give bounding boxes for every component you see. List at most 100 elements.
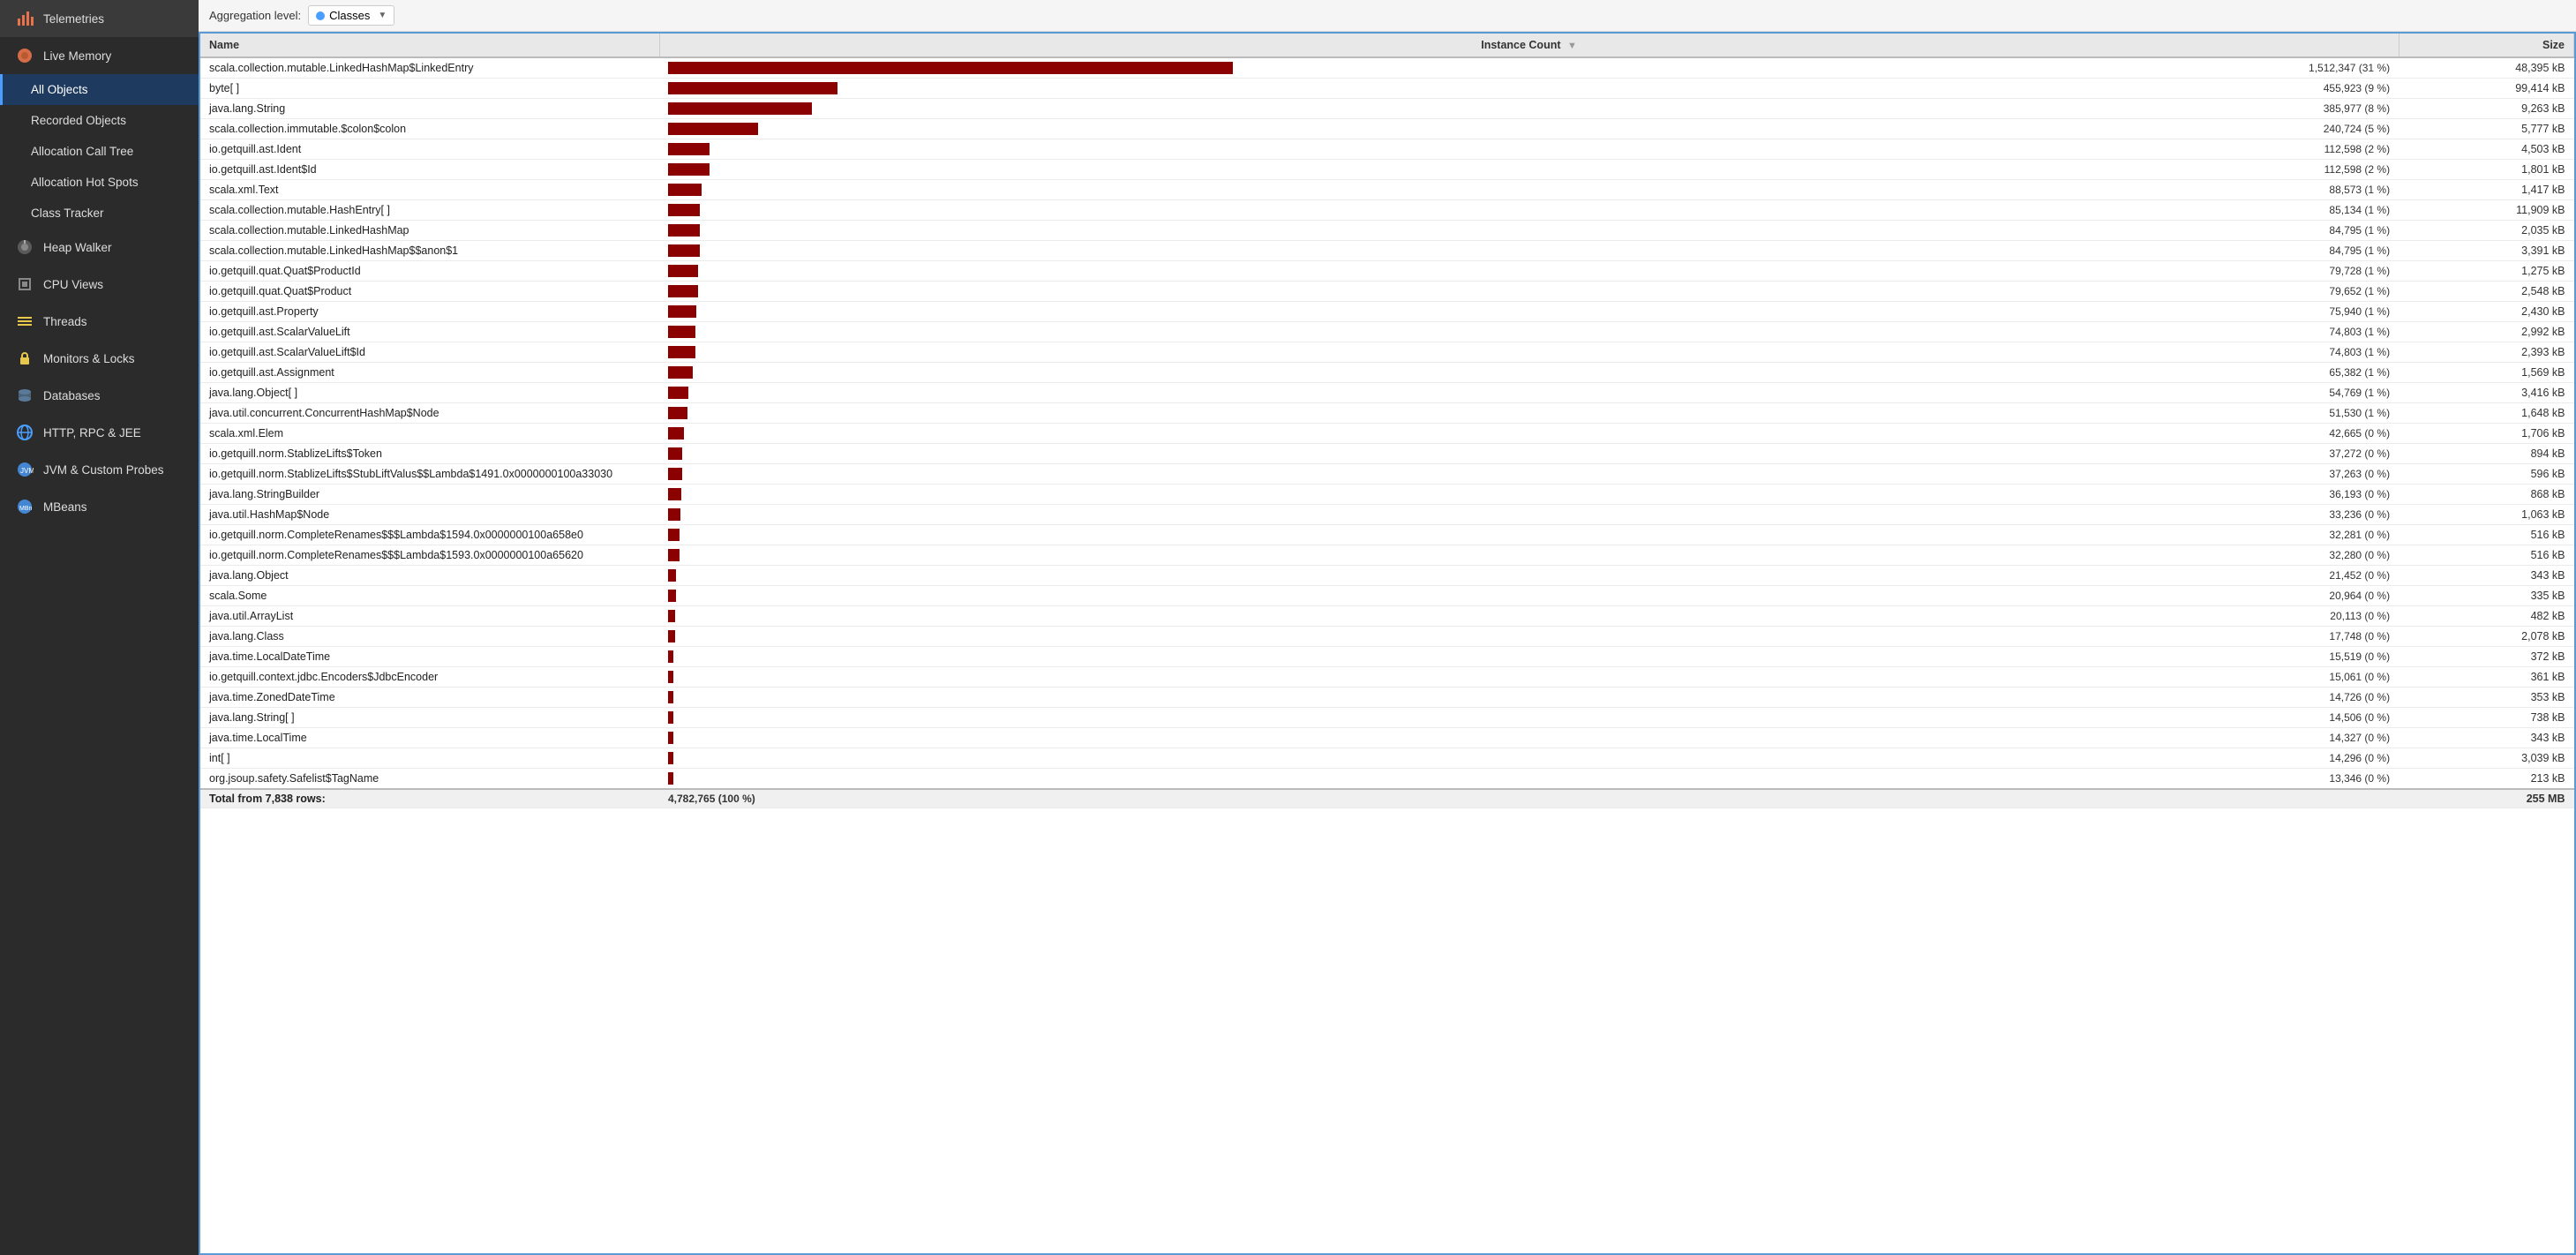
cell-count: 36,193 (0 %) (659, 485, 2399, 505)
count-label: 20,964 (0 %) (2329, 590, 2390, 602)
cell-count: 455,923 (9 %) (659, 79, 2399, 99)
cell-name: java.time.LocalTime (200, 728, 659, 748)
sidebar-item-telemetries[interactable]: Telemetries (0, 0, 199, 37)
table-row[interactable]: java.lang.Class17,748 (0 %)2,078 kB (200, 627, 2574, 647)
sidebar-item-allocation-call-tree-label: Allocation Call Tree (31, 145, 133, 158)
table-row[interactable]: java.lang.String[ ]14,506 (0 %)738 kB (200, 708, 2574, 728)
cell-size: 1,801 kB (2399, 160, 2573, 180)
cell-size: 343 kB (2399, 728, 2573, 748)
sidebar-item-databases[interactable]: Databases (0, 377, 199, 414)
table-row[interactable]: java.util.concurrent.ConcurrentHashMap$N… (200, 403, 2574, 424)
cell-size: 738 kB (2399, 708, 2573, 728)
table-row[interactable]: java.util.HashMap$Node33,236 (0 %)1,063 … (200, 505, 2574, 525)
table-row[interactable]: scala.xml.Elem42,665 (0 %)1,706 kB (200, 424, 2574, 444)
sidebar-item-http-rpc-jee[interactable]: HTTP, RPC & JEE (0, 414, 199, 451)
sidebar-item-threads[interactable]: Threads (0, 303, 199, 340)
count-label: 14,296 (0 %) (2329, 752, 2390, 764)
sidebar-item-jvm-custom-probes[interactable]: JVM JVM & Custom Probes (0, 451, 199, 488)
table-row[interactable]: io.getquill.ast.Assignment65,382 (1 %)1,… (200, 363, 2574, 383)
aggregation-dropdown[interactable]: Classes ▼ (308, 5, 394, 26)
table-row[interactable]: java.lang.String385,977 (8 %)9,263 kB (200, 99, 2574, 119)
table-row[interactable]: scala.collection.mutable.LinkedHashMap84… (200, 221, 2574, 241)
table-row[interactable]: java.time.ZonedDateTime14,726 (0 %)353 k… (200, 688, 2574, 708)
sidebar-item-mbeans[interactable]: MBn MBeans (0, 488, 199, 525)
main-content: Aggregation level: Classes ▼ Name Instan… (199, 0, 2576, 1255)
cell-count: 74,803 (1 %) (659, 342, 2399, 363)
table-row[interactable]: io.getquill.ast.ScalarValueLift$Id74,803… (200, 342, 2574, 363)
cell-size: 894 kB (2399, 444, 2573, 464)
table-row[interactable]: scala.xml.Text88,573 (1 %)1,417 kB (200, 180, 2574, 200)
table-row[interactable]: scala.collection.mutable.HashEntry[ ]85,… (200, 200, 2574, 221)
count-label: 54,769 (1 %) (2329, 387, 2390, 399)
sidebar-item-monitors-locks[interactable]: Monitors & Locks (0, 340, 199, 377)
sidebar-item-heap-walker[interactable]: Heap Walker (0, 229, 199, 266)
table-row[interactable]: scala.collection.immutable.$colon$colon2… (200, 119, 2574, 139)
table-row[interactable]: io.getquill.norm.CompleteRenames$$$Lambd… (200, 525, 2574, 545)
cell-size: 868 kB (2399, 485, 2573, 505)
count-label: 20,113 (0 %) (2330, 610, 2390, 622)
cell-count: 112,598 (2 %) (659, 139, 2399, 160)
table-row[interactable]: io.getquill.ast.ScalarValueLift74,803 (1… (200, 322, 2574, 342)
table-row[interactable]: io.getquill.quat.Quat$Product79,652 (1 %… (200, 282, 2574, 302)
sidebar-item-allocation-call-tree[interactable]: Allocation Call Tree (0, 136, 199, 167)
sidebar-item-allocation-hot-spots-label: Allocation Hot Spots (31, 176, 139, 189)
threads-icon (15, 312, 34, 331)
table-row[interactable]: java.util.ArrayList20,113 (0 %)482 kB (200, 606, 2574, 627)
count-label: 85,134 (1 %) (2329, 204, 2390, 216)
sidebar-item-cpu-views[interactable]: CPU Views (0, 266, 199, 303)
cell-name: io.getquill.context.jdbc.Encoders$JdbcEn… (200, 667, 659, 688)
total-size: 255 MB (2399, 789, 2573, 808)
chevron-down-icon: ▼ (378, 11, 387, 20)
cell-size: 2,548 kB (2399, 282, 2573, 302)
table-row[interactable]: scala.Some20,964 (0 %)335 kB (200, 586, 2574, 606)
cell-name: io.getquill.norm.StablizeLifts$Token (200, 444, 659, 464)
cell-name: org.jsoup.safety.Safelist$TagName (200, 769, 659, 790)
table-row[interactable]: io.getquill.ast.Ident112,598 (2 %)4,503 … (200, 139, 2574, 160)
sidebar-item-heap-walker-label: Heap Walker (43, 241, 112, 254)
cell-size: 596 kB (2399, 464, 2573, 485)
table-row[interactable]: byte[ ]455,923 (9 %)99,414 kB (200, 79, 2574, 99)
table-row[interactable]: java.time.LocalTime14,327 (0 %)343 kB (200, 728, 2574, 748)
table-row[interactable]: scala.collection.mutable.LinkedHashMap$L… (200, 57, 2574, 79)
cell-name: scala.collection.mutable.LinkedHashMap (200, 221, 659, 241)
sidebar-item-class-tracker[interactable]: Class Tracker (0, 198, 199, 229)
col-header-size[interactable]: Size (2399, 34, 2573, 57)
count-label: 33,236 (0 %) (2329, 508, 2390, 521)
aggregation-bar: Aggregation level: Classes ▼ (199, 0, 2576, 32)
cell-size: 516 kB (2399, 525, 2573, 545)
sidebar-item-live-memory[interactable]: Live Memory (0, 37, 199, 74)
table-row[interactable]: java.lang.Object21,452 (0 %)343 kB (200, 566, 2574, 586)
table-row[interactable]: org.jsoup.safety.Safelist$TagName13,346 … (200, 769, 2574, 790)
table-row[interactable]: java.time.LocalDateTime15,519 (0 %)372 k… (200, 647, 2574, 667)
table-row[interactable]: int[ ]14,296 (0 %)3,039 kB (200, 748, 2574, 769)
count-label: 88,573 (1 %) (2329, 184, 2390, 196)
count-label: 1,512,347 (31 %) (2309, 62, 2390, 74)
cell-name: java.util.ArrayList (200, 606, 659, 627)
cell-name: io.getquill.ast.Assignment (200, 363, 659, 383)
sidebar-item-recorded-objects[interactable]: Recorded Objects (0, 105, 199, 136)
cell-name: java.lang.Object[ ] (200, 383, 659, 403)
table-row[interactable]: java.lang.StringBuilder36,193 (0 %)868 k… (200, 485, 2574, 505)
sidebar-item-all-objects[interactable]: All Objects (0, 74, 199, 105)
table-row[interactable]: io.getquill.quat.Quat$ProductId79,728 (1… (200, 261, 2574, 282)
count-label: 15,061 (0 %) (2329, 671, 2390, 683)
col-header-count[interactable]: Instance Count ▼ (659, 34, 2399, 57)
count-label: 37,263 (0 %) (2329, 468, 2390, 480)
sidebar-item-allocation-hot-spots[interactable]: Allocation Hot Spots (0, 167, 199, 198)
table-row[interactable]: scala.collection.mutable.LinkedHashMap$$… (200, 241, 2574, 261)
cell-size: 343 kB (2399, 566, 2573, 586)
table-row[interactable]: io.getquill.context.jdbc.Encoders$JdbcEn… (200, 667, 2574, 688)
count-label: 51,530 (1 %) (2329, 407, 2390, 419)
cell-count: 42,665 (0 %) (659, 424, 2399, 444)
table-row[interactable]: java.lang.Object[ ]54,769 (1 %)3,416 kB (200, 383, 2574, 403)
sidebar-item-live-memory-label: Live Memory (43, 49, 111, 63)
table-row[interactable]: io.getquill.norm.StablizeLifts$Token37,2… (200, 444, 2574, 464)
cell-name: io.getquill.quat.Quat$ProductId (200, 261, 659, 282)
table-row[interactable]: io.getquill.ast.Property75,940 (1 %)2,43… (200, 302, 2574, 322)
table-row[interactable]: io.getquill.norm.StablizeLifts$StubLiftV… (200, 464, 2574, 485)
col-header-name[interactable]: Name (200, 34, 659, 57)
cell-count: 14,726 (0 %) (659, 688, 2399, 708)
table-row[interactable]: io.getquill.norm.CompleteRenames$$$Lambd… (200, 545, 2574, 566)
table-row[interactable]: io.getquill.ast.Ident$Id112,598 (2 %)1,8… (200, 160, 2574, 180)
cell-count: 385,977 (8 %) (659, 99, 2399, 119)
